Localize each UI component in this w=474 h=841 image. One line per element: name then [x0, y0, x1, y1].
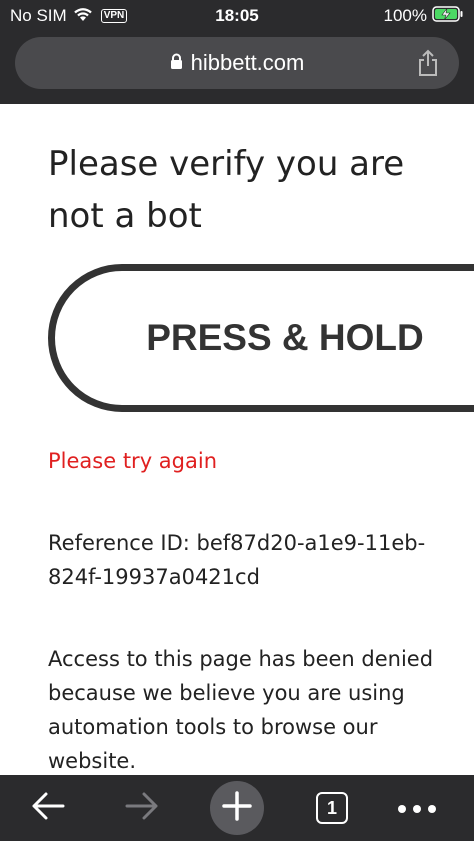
reference-id: Reference ID: bef87d20-a1e9-11eb-824f-19… — [48, 531, 426, 589]
url-text: hibbett.com — [190, 50, 305, 75]
back-arrow-icon — [30, 791, 66, 825]
lock-icon — [170, 50, 183, 76]
new-tab-button[interactable] — [210, 775, 264, 841]
more-dots-icon — [397, 799, 437, 818]
address-bar[interactable]: hibbett.com — [15, 37, 459, 89]
forward-button[interactable] — [114, 775, 170, 841]
tab-count: 1 — [316, 792, 348, 824]
share-icon[interactable] — [417, 49, 439, 81]
browser-toolbar: 1 — [0, 775, 474, 841]
access-denied-message: Access to this page has been denied beca… — [48, 647, 434, 773]
press-and-hold-button[interactable]: PRESS & HOLD — [48, 264, 474, 412]
press-and-hold-label: PRESS & HOLD — [146, 317, 424, 358]
tabs-button[interactable]: 1 — [310, 775, 354, 841]
status-bar: No SIM VPN 18:05 100% — [0, 0, 474, 32]
status-right: 100% — [384, 5, 464, 27]
menu-button[interactable] — [392, 775, 442, 841]
address-display: hibbett.com — [15, 37, 459, 89]
back-button[interactable] — [20, 775, 76, 841]
charging-battery-icon — [432, 5, 464, 27]
battery-percent: 100% — [383, 6, 427, 25]
error-message: Please try again — [48, 449, 218, 473]
plus-icon — [222, 791, 252, 825]
page-title: Please verify you are not a bot — [48, 144, 405, 236]
new-tab-circle — [210, 781, 264, 835]
page-content: Please verify you are not a bot PRESS & … — [0, 104, 474, 775]
forward-arrow-icon — [124, 791, 160, 825]
browser-top-bar: hibbett.com — [0, 32, 474, 104]
